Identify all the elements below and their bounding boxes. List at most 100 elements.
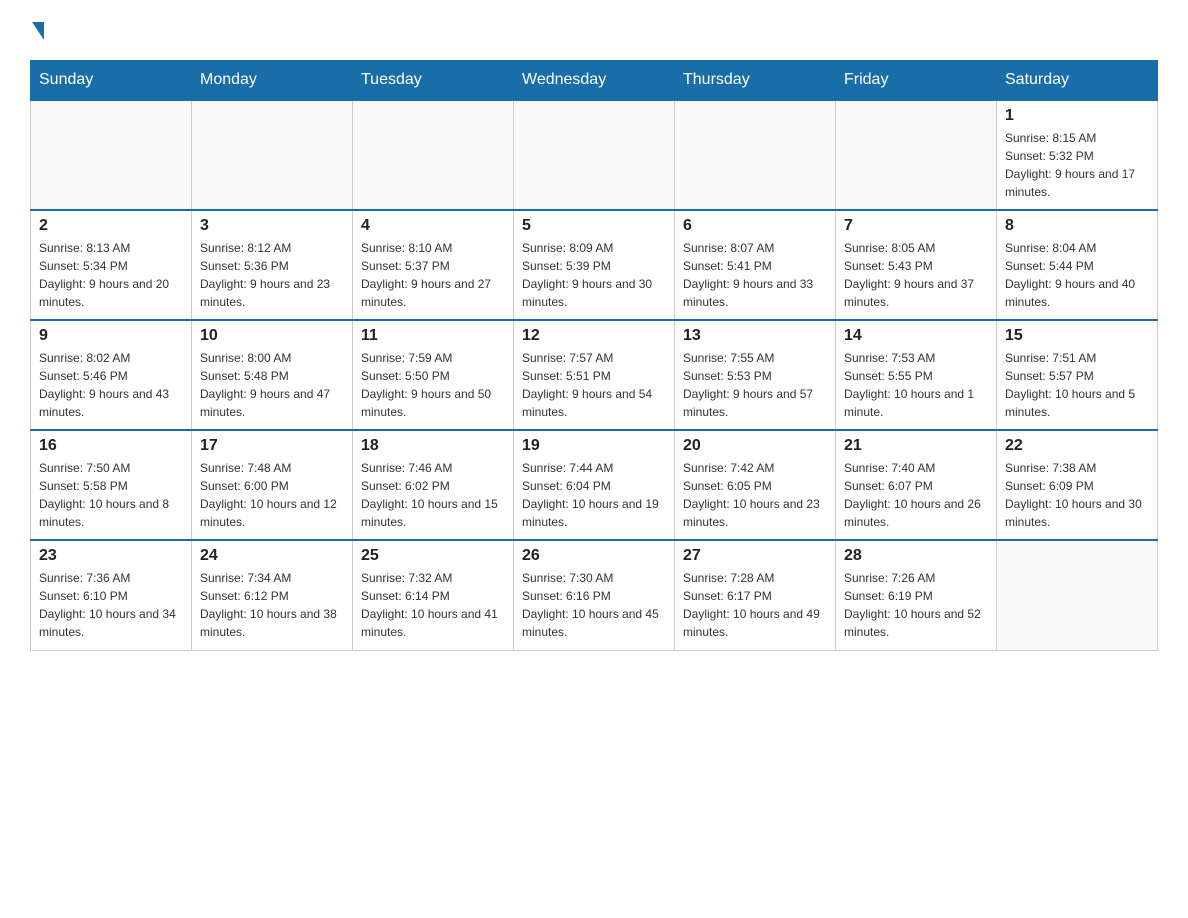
day-info: Sunrise: 7:34 AMSunset: 6:12 PMDaylight:…	[200, 569, 344, 641]
day-info: Sunrise: 7:44 AMSunset: 6:04 PMDaylight:…	[522, 459, 666, 531]
day-info: Sunrise: 8:13 AMSunset: 5:34 PMDaylight:…	[39, 239, 183, 311]
day-number: 10	[200, 327, 344, 345]
day-cell	[31, 100, 192, 210]
day-info: Sunrise: 7:51 AMSunset: 5:57 PMDaylight:…	[1005, 349, 1149, 421]
day-number: 16	[39, 437, 183, 455]
calendar-table: Sunday Monday Tuesday Wednesday Thursday…	[30, 60, 1158, 651]
day-cell: 19 Sunrise: 7:44 AMSunset: 6:04 PMDayligh…	[514, 430, 675, 540]
header-saturday: Saturday	[997, 61, 1158, 101]
day-info: Sunrise: 7:30 AMSunset: 6:16 PMDaylight:…	[522, 569, 666, 641]
day-number: 20	[683, 437, 827, 455]
day-info: Sunrise: 7:55 AMSunset: 5:53 PMDaylight:…	[683, 349, 827, 421]
day-info: Sunrise: 7:48 AMSunset: 6:00 PMDaylight:…	[200, 459, 344, 531]
day-info: Sunrise: 8:07 AMSunset: 5:41 PMDaylight:…	[683, 239, 827, 311]
header-tuesday: Tuesday	[353, 61, 514, 101]
day-number: 22	[1005, 437, 1149, 455]
day-cell: 9 Sunrise: 8:02 AMSunset: 5:46 PMDaylight…	[31, 320, 192, 430]
day-info: Sunrise: 7:32 AMSunset: 6:14 PMDaylight:…	[361, 569, 505, 641]
day-cell: 3 Sunrise: 8:12 AMSunset: 5:36 PMDaylight…	[192, 210, 353, 320]
day-cell: 2 Sunrise: 8:13 AMSunset: 5:34 PMDaylight…	[31, 210, 192, 320]
day-cell	[836, 100, 997, 210]
day-cell: 5 Sunrise: 8:09 AMSunset: 5:39 PMDaylight…	[514, 210, 675, 320]
day-cell	[192, 100, 353, 210]
day-info: Sunrise: 8:15 AMSunset: 5:32 PMDaylight:…	[1005, 129, 1149, 201]
day-cell: 8 Sunrise: 8:04 AMSunset: 5:44 PMDaylight…	[997, 210, 1158, 320]
day-cell: 14 Sunrise: 7:53 AMSunset: 5:55 PMDayligh…	[836, 320, 997, 430]
day-cell: 12Sunrise: 7:57 AMSunset: 5:51 PMDayligh…	[514, 320, 675, 430]
day-cell: 25 Sunrise: 7:32 AMSunset: 6:14 PMDayligh…	[353, 540, 514, 650]
day-info: Sunrise: 8:10 AMSunset: 5:37 PMDaylight:…	[361, 239, 505, 311]
day-number: 27	[683, 547, 827, 565]
week-row-3: 9 Sunrise: 8:02 AMSunset: 5:46 PMDaylight…	[31, 320, 1158, 430]
day-cell	[997, 540, 1158, 650]
day-number: 3	[200, 217, 344, 235]
day-number: 14	[844, 327, 988, 345]
day-cell	[514, 100, 675, 210]
day-cell: 24 Sunrise: 7:34 AMSunset: 6:12 PMDayligh…	[192, 540, 353, 650]
day-number: 25	[361, 547, 505, 565]
day-info: Sunrise: 7:28 AMSunset: 6:17 PMDaylight:…	[683, 569, 827, 641]
day-info: Sunrise: 7:50 AMSunset: 5:58 PMDaylight:…	[39, 459, 183, 531]
day-cell: 11 Sunrise: 7:59 AMSunset: 5:50 PMDayligh…	[353, 320, 514, 430]
day-cell: 4 Sunrise: 8:10 AMSunset: 5:37 PMDaylight…	[353, 210, 514, 320]
day-cell	[675, 100, 836, 210]
day-info: Sunrise: 8:02 AMSunset: 5:46 PMDaylight:…	[39, 349, 183, 421]
day-info: Sunrise: 7:59 AMSunset: 5:50 PMDaylight:…	[361, 349, 505, 421]
day-info: Sunrise: 7:53 AMSunset: 5:55 PMDaylight:…	[844, 349, 988, 421]
week-row-5: 23Sunrise: 7:36 AMSunset: 6:10 PMDayligh…	[31, 540, 1158, 650]
day-cell: 16 Sunrise: 7:50 AMSunset: 5:58 PMDayligh…	[31, 430, 192, 540]
day-cell: 13 Sunrise: 7:55 AMSunset: 5:53 PMDayligh…	[675, 320, 836, 430]
day-number: 1	[1005, 107, 1149, 125]
day-number: 9	[39, 327, 183, 345]
day-number: 19	[522, 437, 666, 455]
day-cell: 28 Sunrise: 7:26 AMSunset: 6:19 PMDayligh…	[836, 540, 997, 650]
day-info: Sunrise: 7:40 AMSunset: 6:07 PMDaylight:…	[844, 459, 988, 531]
day-info: Sunrise: 8:09 AMSunset: 5:39 PMDaylight:…	[522, 239, 666, 311]
day-number: 21	[844, 437, 988, 455]
week-row-1: 1 Sunrise: 8:15 AMSunset: 5:32 PMDaylight…	[31, 100, 1158, 210]
day-cell: 22 Sunrise: 7:38 AMSunset: 6:09 PMDayligh…	[997, 430, 1158, 540]
day-cell: 27 Sunrise: 7:28 AMSunset: 6:17 PMDayligh…	[675, 540, 836, 650]
day-cell: 1 Sunrise: 8:15 AMSunset: 5:32 PMDaylight…	[997, 100, 1158, 210]
day-number: 13	[683, 327, 827, 345]
day-number: 17	[200, 437, 344, 455]
day-number: 15	[1005, 327, 1149, 345]
day-number: 7	[844, 217, 988, 235]
day-info: Sunrise: 7:46 AMSunset: 6:02 PMDaylight:…	[361, 459, 505, 531]
day-info: Sunrise: 8:00 AMSunset: 5:48 PMDaylight:…	[200, 349, 344, 421]
day-info: Sunrise: 8:05 AMSunset: 5:43 PMDaylight:…	[844, 239, 988, 311]
day-number: 6	[683, 217, 827, 235]
day-info: Sunrise: 8:12 AMSunset: 5:36 PMDaylight:…	[200, 239, 344, 311]
day-number: 24	[200, 547, 344, 565]
day-info: Sunrise: 7:42 AMSunset: 6:05 PMDaylight:…	[683, 459, 827, 531]
day-cell: 10 Sunrise: 8:00 AMSunset: 5:48 PMDayligh…	[192, 320, 353, 430]
day-cell: 17 Sunrise: 7:48 AMSunset: 6:00 PMDayligh…	[192, 430, 353, 540]
day-cell: 18 Sunrise: 7:46 AMSunset: 6:02 PMDayligh…	[353, 430, 514, 540]
day-number: 8	[1005, 217, 1149, 235]
day-cell: 6 Sunrise: 8:07 AMSunset: 5:41 PMDaylight…	[675, 210, 836, 320]
day-cell	[353, 100, 514, 210]
day-cell: 21 Sunrise: 7:40 AMSunset: 6:07 PMDayligh…	[836, 430, 997, 540]
week-row-4: 16 Sunrise: 7:50 AMSunset: 5:58 PMDayligh…	[31, 430, 1158, 540]
day-number: 26	[522, 547, 666, 565]
day-number: 5	[522, 217, 666, 235]
header-friday: Friday	[836, 61, 997, 101]
header-wednesday: Wednesday	[514, 61, 675, 101]
day-info: Sunrise: 7:38 AMSunset: 6:09 PMDaylight:…	[1005, 459, 1149, 531]
weekday-header-row: Sunday Monday Tuesday Wednesday Thursday…	[31, 61, 1158, 101]
day-info: Sunrise: 8:04 AMSunset: 5:44 PMDaylight:…	[1005, 239, 1149, 311]
day-number: 4	[361, 217, 505, 235]
day-cell: 26 Sunrise: 7:30 AMSunset: 6:16 PMDayligh…	[514, 540, 675, 650]
day-cell: 23Sunrise: 7:36 AMSunset: 6:10 PMDayligh…	[31, 540, 192, 650]
day-number: 12	[522, 327, 666, 345]
day-number: 18	[361, 437, 505, 455]
logo-triangle-icon	[32, 22, 44, 40]
day-number: 11	[361, 327, 505, 345]
week-row-2: 2 Sunrise: 8:13 AMSunset: 5:34 PMDaylight…	[31, 210, 1158, 320]
day-number: 28	[844, 547, 988, 565]
page-header	[30, 20, 1158, 40]
day-info: Sunrise: 7:36 AMSunset: 6:10 PMDaylight:…	[39, 569, 183, 641]
day-cell: 7 Sunrise: 8:05 AMSunset: 5:43 PMDaylight…	[836, 210, 997, 320]
day-number: 2	[39, 217, 183, 235]
day-info: Sunrise: 7:26 AMSunset: 6:19 PMDaylight:…	[844, 569, 988, 641]
